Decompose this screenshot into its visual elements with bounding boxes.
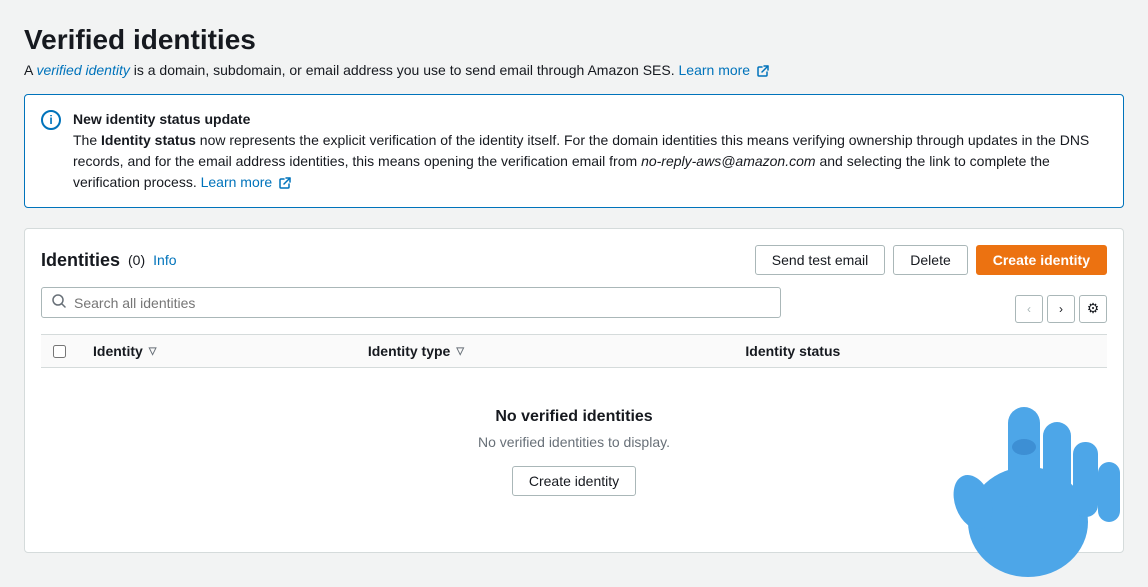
pagination-next-button[interactable]: › <box>1047 295 1075 323</box>
delete-button[interactable]: Delete <box>893 245 967 275</box>
info-banner: i New identity status update The Identit… <box>24 94 1124 208</box>
identity-status-column-header: Identity status <box>733 335 1107 368</box>
count-badge: (0) <box>128 252 145 268</box>
search-icon <box>52 294 66 311</box>
external-link-icon-banner <box>279 177 291 189</box>
identity-type-column-header: Identity type ▽ <box>356 335 734 368</box>
chevron-left-icon: ‹ <box>1027 302 1031 316</box>
card-header-left: Identities (0) Info <box>41 250 177 271</box>
identities-card: Identities (0) Info Send test email Dele… <box>24 228 1124 553</box>
chevron-right-icon: › <box>1059 302 1063 316</box>
pagination-prev-button[interactable]: ‹ <box>1015 295 1043 323</box>
checkbox-header <box>41 335 81 368</box>
info-icon: i <box>41 110 61 130</box>
search-row: ‹ › ⚙ <box>41 287 1107 330</box>
card-header-right: Send test email Delete Create identity <box>755 245 1107 275</box>
info-link[interactable]: Info <box>153 252 176 268</box>
empty-state-title: No verified identities <box>61 408 1087 426</box>
learn-more-header-link[interactable]: Learn more <box>679 62 769 78</box>
empty-state: No verified identities No verified ident… <box>41 368 1107 536</box>
external-link-icon <box>757 65 769 77</box>
banner-title: New identity status update <box>73 111 250 127</box>
learn-more-banner-link[interactable]: Learn more <box>201 174 291 190</box>
create-identity-empty-button[interactable]: Create identity <box>512 466 636 496</box>
card-title: Identities <box>41 250 120 271</box>
search-input[interactable] <box>74 295 770 311</box>
identities-table: Identity ▽ Identity type ▽ Identity stat… <box>41 334 1107 536</box>
pagination-controls: ‹ › ⚙ <box>1015 295 1107 323</box>
create-identity-header-button[interactable]: Create identity <box>976 245 1107 275</box>
banner-text: New identity status update The Identity … <box>73 109 1107 193</box>
empty-state-subtitle: No verified identities to display. <box>61 434 1087 450</box>
search-bar <box>41 287 781 318</box>
identity-sort-icon: ▽ <box>149 346 157 357</box>
verified-identity-link[interactable]: verified identity <box>36 62 129 78</box>
page-subtitle: A verified identity is a domain, subdoma… <box>24 62 1124 78</box>
identity-type-sort-icon: ▽ <box>456 346 464 357</box>
gear-icon: ⚙ <box>1087 300 1100 317</box>
select-all-checkbox[interactable] <box>53 345 66 358</box>
card-header: Identities (0) Info Send test email Dele… <box>41 245 1107 275</box>
send-test-email-button[interactable]: Send test email <box>755 245 886 275</box>
identity-column-header: Identity ▽ <box>81 335 356 368</box>
page-title: Verified identities <box>24 24 1124 56</box>
settings-button[interactable]: ⚙ <box>1079 295 1107 323</box>
